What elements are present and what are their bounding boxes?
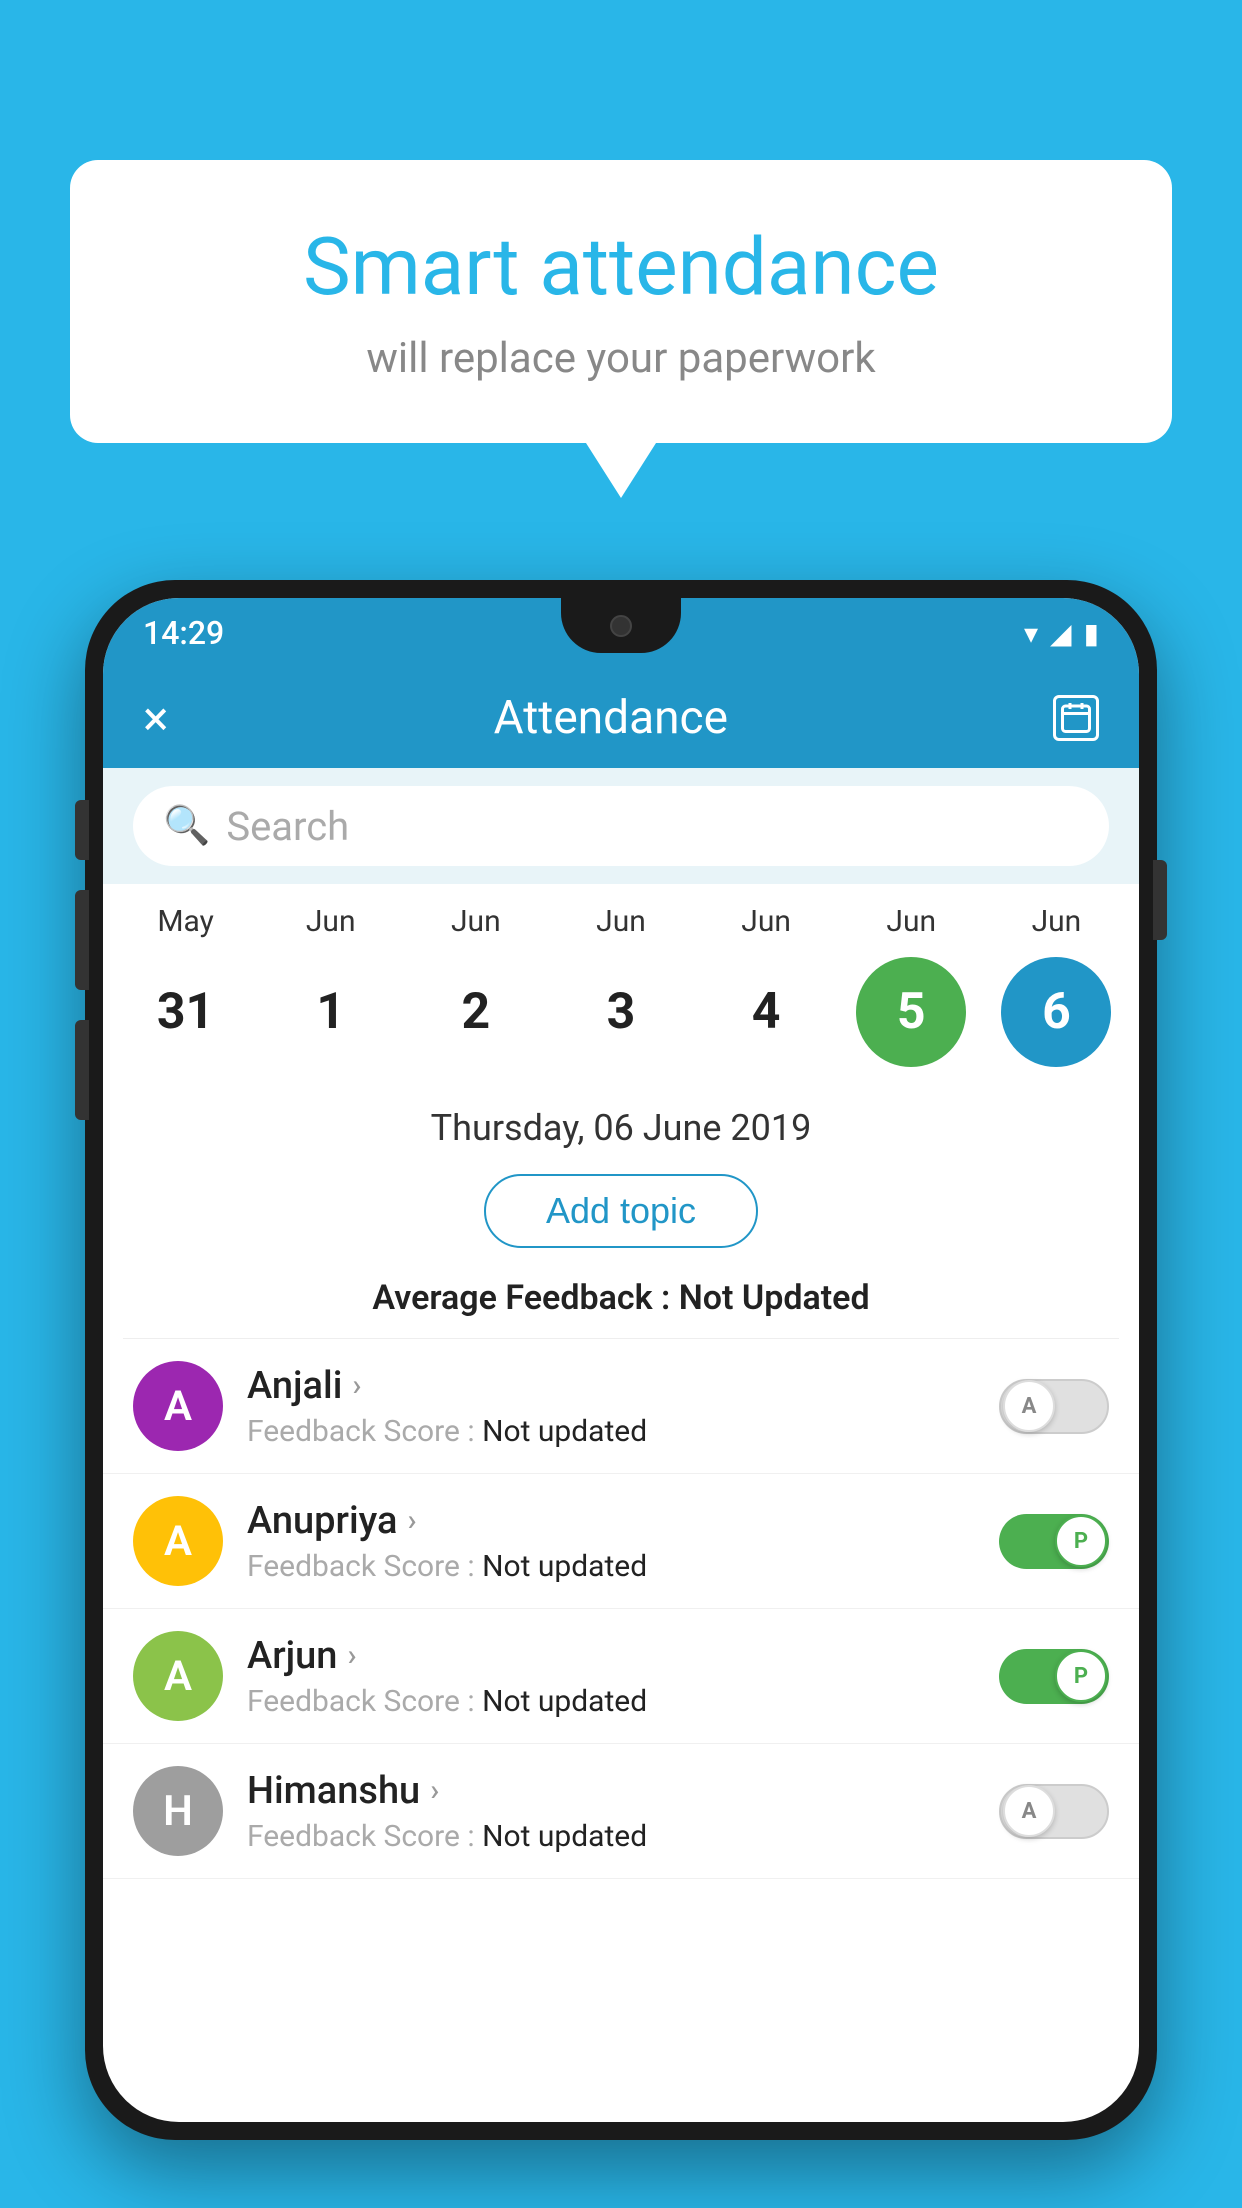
student-name-anjali[interactable]: Anjali ›: [247, 1364, 999, 1408]
avg-feedback-label: Average Feedback :: [372, 1278, 678, 1318]
toggle-arjun[interactable]: P: [999, 1649, 1109, 1704]
calendar-icon[interactable]: [1053, 695, 1099, 741]
average-feedback: Average Feedback : Not Updated: [103, 1268, 1139, 1338]
front-camera: [610, 615, 632, 637]
cal-month-3: Jun: [551, 904, 691, 939]
student-list: A Anjali › Feedback Score : Not updated …: [103, 1339, 1139, 1879]
toggle-knob-anjali: A: [1003, 1380, 1055, 1432]
toggle-knob-arjun: P: [1055, 1650, 1107, 1702]
cal-date-0[interactable]: 31: [131, 957, 241, 1067]
phone-volume-up-button: [75, 800, 89, 860]
cal-month-4: Jun: [696, 904, 836, 939]
speech-bubble: Smart attendance will replace your paper…: [70, 160, 1172, 443]
student-feedback-himanshu: Feedback Score : Not updated: [247, 1819, 999, 1854]
cal-date-6[interactable]: 6: [1001, 957, 1111, 1067]
student-feedback-arjun: Feedback Score : Not updated: [247, 1684, 999, 1719]
close-button[interactable]: ×: [143, 690, 169, 747]
calendar-months: May Jun Jun Jun Jun Jun Jun: [113, 904, 1129, 939]
search-bar-section: 🔍 Search: [103, 768, 1139, 884]
speech-bubble-subtitle: will replace your paperwork: [150, 334, 1092, 383]
app-bar-title: Attendance: [169, 691, 1053, 745]
selected-date-label: Thursday, 06 June 2019: [103, 1087, 1139, 1164]
cal-date-4[interactable]: 4: [711, 957, 821, 1067]
student-feedback-anupriya: Feedback Score : Not updated: [247, 1549, 999, 1584]
student-info-arjun: Arjun › Feedback Score : Not updated: [247, 1634, 999, 1719]
avatar-arjun: A: [133, 1631, 223, 1721]
attendance-toggle-himanshu[interactable]: A: [999, 1784, 1109, 1839]
attendance-toggle-anupriya[interactable]: P: [999, 1514, 1109, 1569]
phone-power-button: [1153, 860, 1167, 940]
signal-icon: ◢: [1050, 617, 1072, 650]
chevron-right-icon: ›: [347, 1638, 356, 1673]
search-bar[interactable]: 🔍 Search: [133, 786, 1109, 866]
status-time: 14:29: [143, 614, 224, 652]
avatar-himanshu: H: [133, 1766, 223, 1856]
status-icons: ▾ ◢ ▮: [1024, 617, 1099, 650]
calendar-section: May Jun Jun Jun Jun Jun Jun 31 1 2 3 4 5…: [103, 884, 1139, 1087]
student-info-himanshu: Himanshu › Feedback Score : Not updated: [247, 1769, 999, 1854]
cal-month-5: Jun: [841, 904, 981, 939]
chevron-right-icon: ›: [430, 1773, 439, 1808]
cal-month-2: Jun: [406, 904, 546, 939]
speech-bubble-title: Smart attendance: [150, 220, 1092, 314]
cal-month-6: Jun: [986, 904, 1126, 939]
student-name-himanshu[interactable]: Himanshu ›: [247, 1769, 999, 1813]
search-icon: 🔍: [163, 804, 210, 848]
toggle-himanshu[interactable]: A: [999, 1784, 1109, 1839]
student-info-anupriya: Anupriya › Feedback Score : Not updated: [247, 1499, 999, 1584]
speech-bubble-tail: [586, 443, 656, 498]
student-info-anjali: Anjali › Feedback Score : Not updated: [247, 1364, 999, 1449]
phone-notch: [561, 598, 681, 653]
toggle-anupriya[interactable]: P: [999, 1514, 1109, 1569]
phone-outer: 14:29 ▾ ◢ ▮ × Attendance: [85, 580, 1157, 2140]
toggle-knob-anupriya: P: [1055, 1515, 1107, 1567]
toggle-anjali[interactable]: A: [999, 1379, 1109, 1434]
student-item-arjun: A Arjun › Feedback Score : Not updated P: [103, 1609, 1139, 1744]
chevron-right-icon: ›: [352, 1368, 361, 1403]
avatar-anjali: A: [133, 1361, 223, 1451]
toggle-knob-himanshu: A: [1003, 1785, 1055, 1837]
cal-date-2[interactable]: 2: [421, 957, 531, 1067]
cal-date-5[interactable]: 5: [856, 957, 966, 1067]
phone-screen: 14:29 ▾ ◢ ▮ × Attendance: [103, 598, 1139, 2122]
chevron-right-icon: ›: [407, 1503, 416, 1538]
student-name-arjun[interactable]: Arjun ›: [247, 1634, 999, 1678]
battery-icon: ▮: [1084, 617, 1099, 650]
wifi-icon: ▾: [1024, 617, 1038, 650]
calendar-dates: 31 1 2 3 4 5 6: [113, 947, 1129, 1077]
cal-month-1: Jun: [261, 904, 401, 939]
add-topic-section: Add topic: [103, 1164, 1139, 1268]
phone-mockup: 14:29 ▾ ◢ ▮ × Attendance: [85, 580, 1157, 2208]
student-item-anjali: A Anjali › Feedback Score : Not updated …: [103, 1339, 1139, 1474]
app-bar: × Attendance: [103, 668, 1139, 768]
search-input[interactable]: Search: [226, 803, 349, 850]
avg-feedback-value: Not Updated: [679, 1278, 870, 1318]
student-item-anupriya: A Anupriya › Feedback Score : Not update…: [103, 1474, 1139, 1609]
attendance-toggle-arjun[interactable]: P: [999, 1649, 1109, 1704]
cal-date-1[interactable]: 1: [276, 957, 386, 1067]
phone-silent-button: [75, 1020, 89, 1120]
student-feedback-anjali: Feedback Score : Not updated: [247, 1414, 999, 1449]
cal-date-3[interactable]: 3: [566, 957, 676, 1067]
student-name-anupriya[interactable]: Anupriya ›: [247, 1499, 999, 1543]
cal-month-0: May: [116, 904, 256, 939]
student-item-himanshu: H Himanshu › Feedback Score : Not update…: [103, 1744, 1139, 1879]
phone-volume-down-button: [75, 890, 89, 990]
status-bar: 14:29 ▾ ◢ ▮: [103, 598, 1139, 668]
attendance-toggle-anjali[interactable]: A: [999, 1379, 1109, 1434]
add-topic-button[interactable]: Add topic: [484, 1174, 758, 1248]
speech-bubble-section: Smart attendance will replace your paper…: [70, 160, 1172, 498]
avatar-anupriya: A: [133, 1496, 223, 1586]
